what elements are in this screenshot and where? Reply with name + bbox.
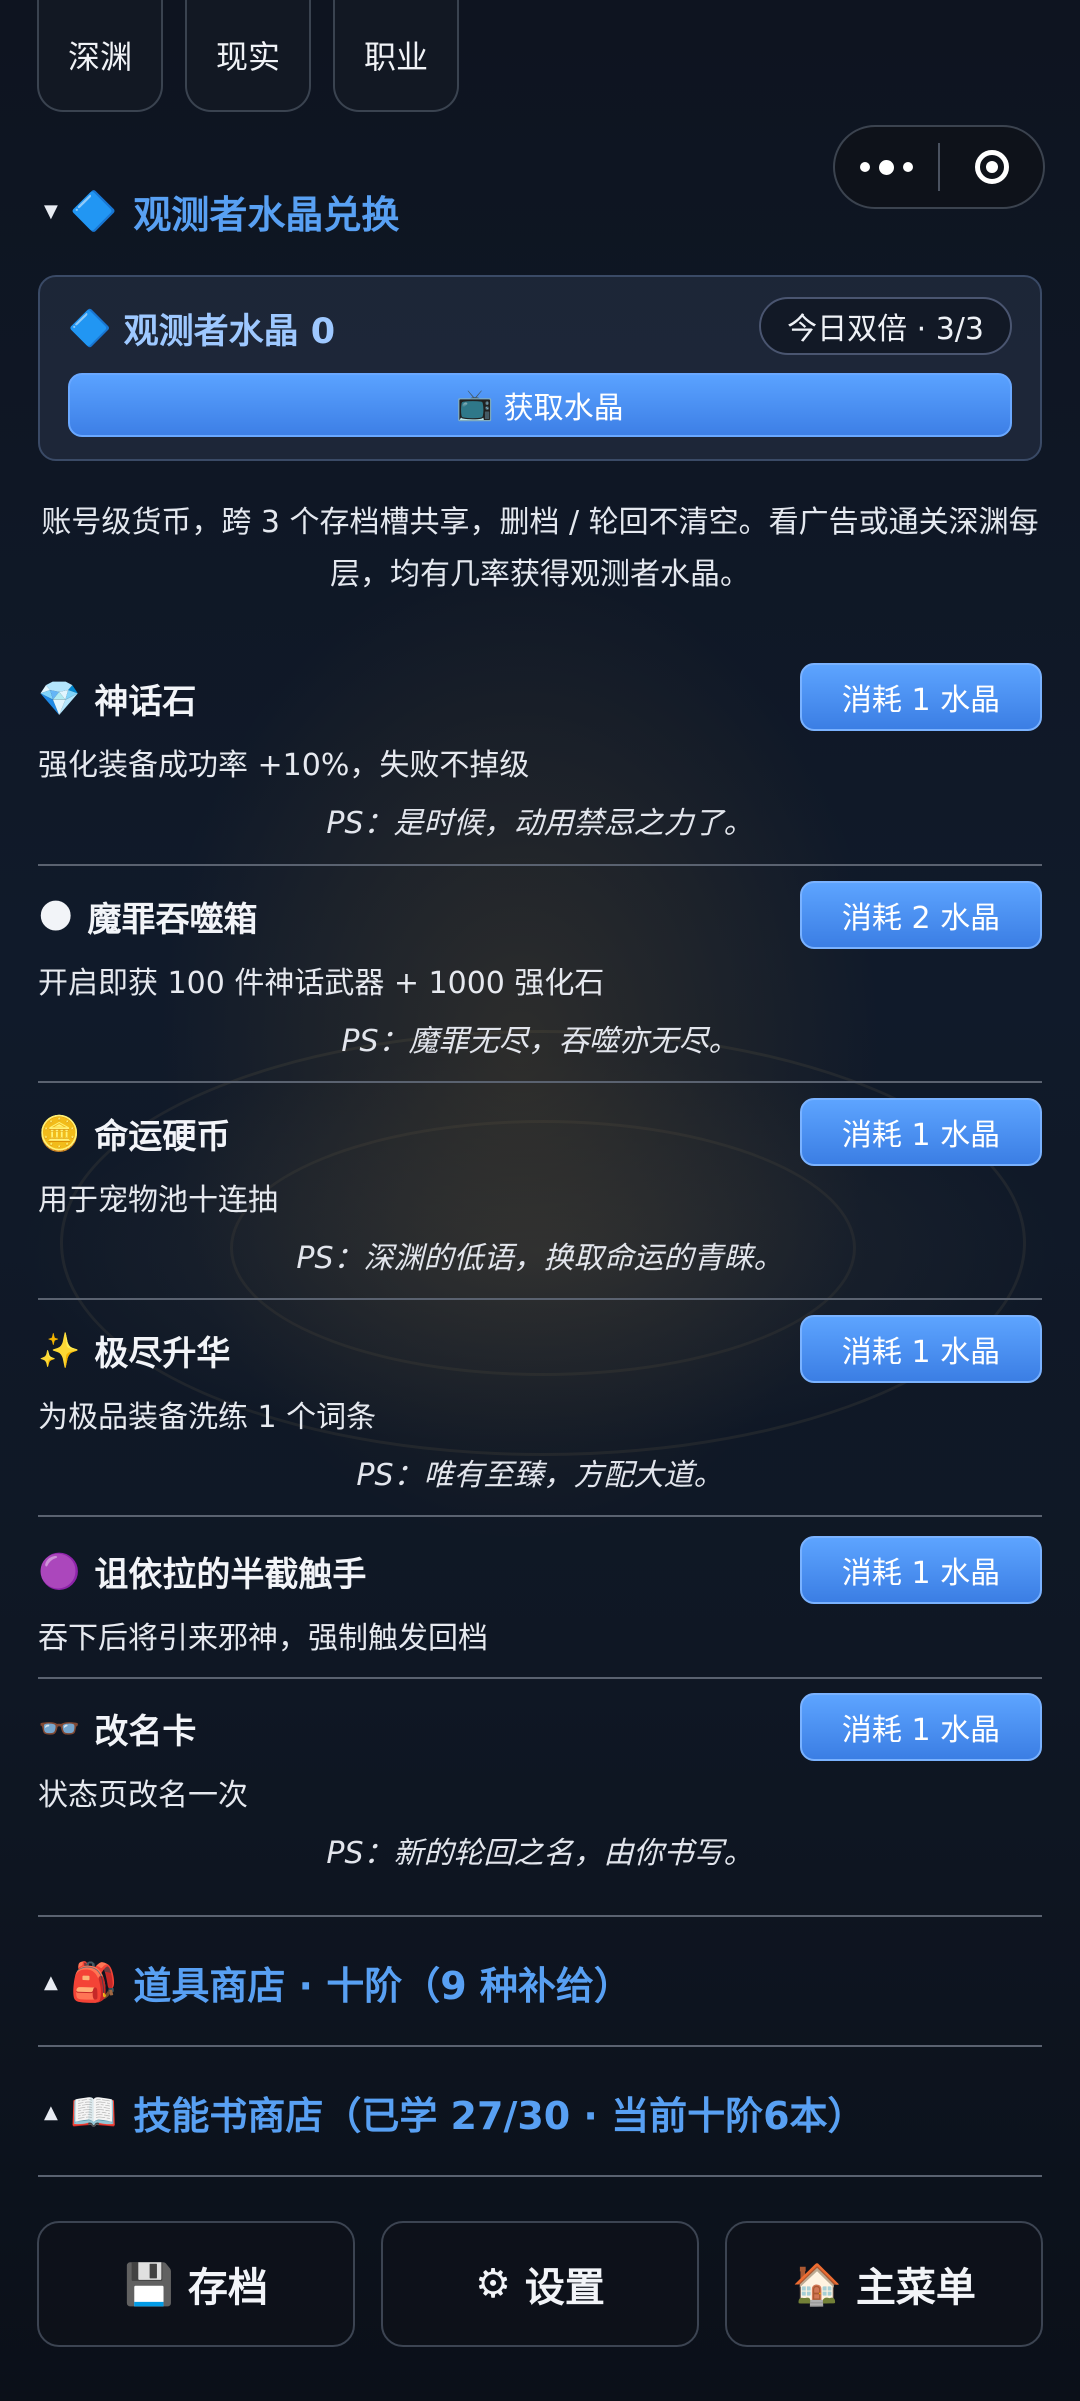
double-reward-badge: 今日双倍 · 3/3 xyxy=(759,297,1012,355)
settings-button[interactable]: ⚙ 设置 xyxy=(381,2221,699,2347)
house-icon: 🏠 xyxy=(792,2261,842,2308)
tab-reality[interactable]: 现实 xyxy=(185,0,311,112)
more-dots-icon xyxy=(860,162,870,172)
book-icon: 📖 xyxy=(70,2090,118,2134)
divider xyxy=(38,2175,1042,2177)
divider xyxy=(38,1298,1042,1300)
tab-class[interactable]: 职业 xyxy=(333,0,459,112)
item-description: 吞下后将引来邪神，强制触发回档 xyxy=(38,1621,488,1656)
gem-icon: 💎 xyxy=(38,678,81,719)
item-flavor-text: PS：深渊的低语，换取命运的青睐。 xyxy=(296,1241,784,1276)
purple-circle-icon: 🟣 xyxy=(38,1551,81,1592)
target-icon xyxy=(974,150,1009,184)
blue-diamond-icon: 🔷 xyxy=(68,309,112,349)
new-moon-icon: 🌑 xyxy=(38,896,74,937)
item-name: 极尽升华 xyxy=(94,1334,231,1374)
redeem-button[interactable]: 消耗 1 水晶 xyxy=(800,663,1042,731)
save-button[interactable]: 💾 存档 xyxy=(37,2221,355,2347)
item-name: 命运硬币 xyxy=(94,1117,231,1157)
redeem-button[interactable]: 消耗 1 水晶 xyxy=(800,1098,1042,1166)
item-description: 用于宠物池十连抽 xyxy=(38,1183,278,1218)
close-miniprogram-button[interactable] xyxy=(940,127,1043,207)
section-title: 观测者水晶兑换 xyxy=(133,193,400,237)
tv-icon: 📺 xyxy=(456,387,494,423)
crystal-section-header[interactable]: ▼ 🔷 观测者水晶兑换 xyxy=(44,184,399,239)
redeem-button[interactable]: 消耗 1 水晶 xyxy=(800,1536,1042,1604)
item-name: 神话石 xyxy=(94,682,197,722)
save-label: 存档 xyxy=(187,2265,268,2311)
item-flavor-text: PS：魔罪无尽，吞噬亦无尽。 xyxy=(341,1024,739,1059)
more-menu-button[interactable] xyxy=(835,127,938,207)
item-name: 改名卡 xyxy=(94,1712,197,1752)
item-name: 魔罪吞噬箱 xyxy=(87,900,258,940)
collapse-caret-icon: ▼ xyxy=(44,201,58,222)
tab-abyss[interactable]: 深渊 xyxy=(37,0,163,112)
miniprogram-capsule xyxy=(833,125,1045,209)
coin-icon: 🪙 xyxy=(38,1113,81,1154)
glasses-icon: 👓 xyxy=(38,1708,81,1749)
redeem-button[interactable]: 消耗 1 水晶 xyxy=(800,1693,1042,1761)
crystal-description: 账号级货币，跨 3 个存档槽共享，删档 / 轮回不清空。看广告或通关深渊每层，均… xyxy=(41,505,1039,592)
divider xyxy=(38,864,1042,866)
divider xyxy=(38,2045,1042,2047)
item-shop-section-header[interactable]: ▲ 🎒 道具商店 · 十阶（9 种补给） xyxy=(44,1955,632,2010)
more-dots-icon-center xyxy=(879,159,894,175)
more-dots-icon-right xyxy=(903,162,913,172)
expand-caret-icon: ▲ xyxy=(44,1972,58,1993)
backpack-icon: 🎒 xyxy=(70,1960,118,2004)
get-crystal-label: 获取水晶 xyxy=(503,391,624,426)
blue-diamond-icon: 🔷 xyxy=(70,189,118,233)
crystal-balance: 🔷 观测者水晶 0 xyxy=(68,303,335,354)
top-tab-bar: 深渊 现实 职业 xyxy=(37,0,459,112)
redeem-button[interactable]: 消耗 2 水晶 xyxy=(800,881,1042,949)
divider xyxy=(38,1081,1042,1083)
settings-label: 设置 xyxy=(524,2265,605,2311)
crystal-balance-card: 🔷 观测者水晶 0 今日双倍 · 3/3 📺 获取水晶 xyxy=(38,275,1042,461)
expand-caret-icon: ▲ xyxy=(44,2102,58,2123)
item-name: 诅依拉的半截触手 xyxy=(94,1555,367,1595)
sparkles-icon: ✨ xyxy=(38,1330,81,1371)
divider xyxy=(38,1515,1042,1517)
floppy-disk-icon: 💾 xyxy=(124,2261,174,2308)
skill-book-shop-section-header[interactable]: ▲ 📖 技能书商店（已学 27/30 · 当前十阶6本） xyxy=(44,2085,866,2140)
item-description: 强化装备成功率 +10%，失败不掉级 xyxy=(38,748,530,783)
item-flavor-text: PS：新的轮回之名，由你书写。 xyxy=(326,1836,754,1871)
item-description: 开启即获 100 件神话武器 + 1000 强化石 xyxy=(38,966,605,1001)
divider xyxy=(38,1677,1042,1679)
item-description: 为极品装备洗练 1 个词条 xyxy=(38,1400,377,1435)
main-menu-label: 主菜单 xyxy=(855,2265,976,2311)
section-title: 道具商店 · 十阶（9 种补给） xyxy=(133,1964,632,2008)
item-flavor-text: PS：唯有至臻，方配大道。 xyxy=(356,1458,724,1493)
section-title: 技能书商店（已学 27/30 · 当前十阶6本） xyxy=(133,2094,866,2138)
item-description: 状态页改名一次 xyxy=(38,1778,248,1813)
divider xyxy=(38,1915,1042,1917)
item-flavor-text: PS：是时候，动用禁忌之力了。 xyxy=(326,806,754,841)
gear-icon: ⚙ xyxy=(475,2261,511,2307)
bottom-action-bar: 💾 存档 ⚙ 设置 🏠 主菜单 xyxy=(37,2221,1043,2347)
crystal-balance-label: 观测者水晶 0 xyxy=(123,312,336,352)
get-crystal-button[interactable]: 📺 获取水晶 xyxy=(68,373,1012,437)
redeem-button[interactable]: 消耗 1 水晶 xyxy=(800,1315,1042,1383)
main-menu-button[interactable]: 🏠 主菜单 xyxy=(725,2221,1043,2347)
